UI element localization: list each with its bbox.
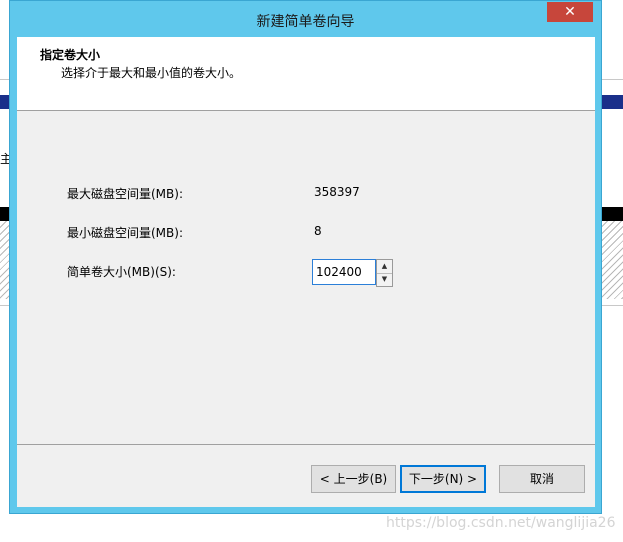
watermark: https://blog.csdn.net/wanglijia26 [386, 515, 616, 531]
stepper-down-button[interactable]: ▼ [377, 273, 392, 286]
window-title: 新建简单卷向导 [256, 14, 355, 30]
wizard-client-area: 指定卷大小 选择介于最大和最小值的卷大小。 最大磁盘空间量(MB): 35839… [17, 37, 595, 507]
next-button[interactable]: 下一步(N) > [400, 465, 486, 493]
close-icon: ✕ [564, 4, 576, 20]
footer-separator [17, 444, 595, 445]
page-title: 指定卷大小 [40, 48, 101, 62]
cancel-button[interactable]: 取消 [499, 465, 585, 493]
stepper-up-button[interactable]: ▲ [377, 260, 392, 274]
max-size-label: 最大磁盘空间量(MB): [67, 187, 183, 201]
wizard-header: 指定卷大小 选择介于最大和最小值的卷大小。 [17, 37, 595, 111]
min-size-value: 8 [314, 224, 322, 238]
volume-size-label: 简单卷大小(MB)(S): [67, 265, 176, 279]
chevron-up-icon: ▲ [381, 262, 388, 270]
close-button[interactable]: ✕ [547, 2, 593, 22]
volume-size-stepper[interactable]: ▲ ▼ [376, 259, 393, 287]
title-bar[interactable]: 新建简单卷向导 ✕ [10, 1, 601, 37]
chevron-down-icon: ▼ [381, 275, 388, 283]
min-size-label: 最小磁盘空间量(MB): [67, 226, 183, 240]
volume-size-input[interactable] [312, 259, 376, 285]
page-subtitle: 选择介于最大和最小值的卷大小。 [61, 66, 242, 80]
max-size-value: 358397 [314, 185, 360, 199]
wizard-dialog: 新建简单卷向导 ✕ 指定卷大小 选择介于最大和最小值的卷大小。 最大磁盘空间量(… [9, 0, 602, 514]
back-button[interactable]: < 上一步(B) [311, 465, 396, 493]
